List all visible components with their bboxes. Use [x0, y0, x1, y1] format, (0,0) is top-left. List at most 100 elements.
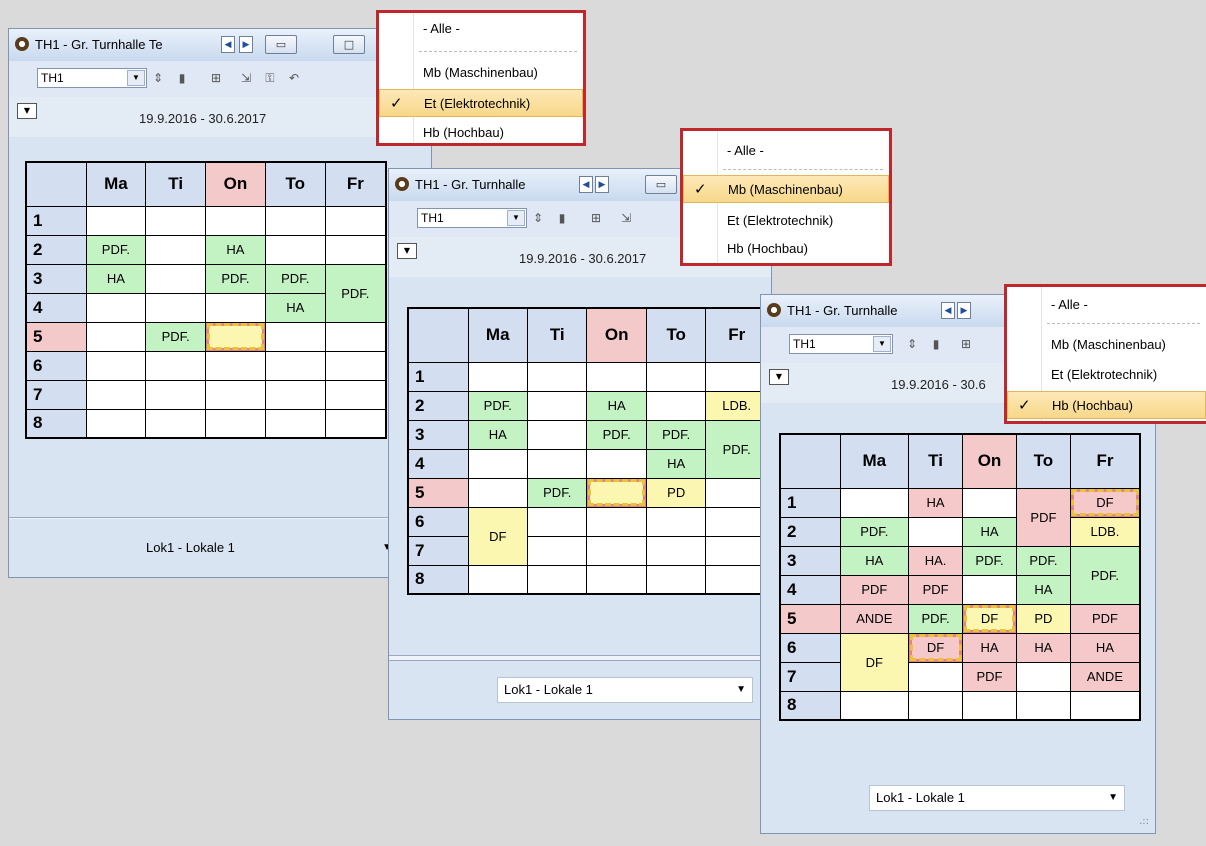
lesson-cell[interactable] [586, 564, 647, 595]
lesson-cell[interactable]: HA [645, 448, 707, 479]
import-icon[interactable]: ⇲ [239, 71, 253, 85]
menu-item-alle[interactable]: - Alle - [683, 137, 889, 165]
lesson-cell[interactable] [145, 234, 207, 265]
lesson-cell[interactable] [324, 234, 387, 265]
lesson-cell[interactable]: HA [85, 263, 147, 294]
menu-item-et[interactable]: Et (Elektrotechnik) [683, 207, 889, 235]
room-combo[interactable]: TH1 ▼ [789, 334, 893, 354]
lock-icon[interactable]: ⚿ [263, 71, 277, 85]
options-dropdown-icon[interactable]: ▼ [769, 369, 789, 385]
chevron-down-icon[interactable]: ▼ [127, 70, 145, 86]
menu-item-hb[interactable]: Hb (Hochbau) [379, 119, 583, 147]
lesson-cell[interactable]: HA [1069, 632, 1141, 663]
menu-item-mb[interactable]: Mb (Maschinenbau) [1007, 331, 1206, 359]
spinner-icon[interactable]: ⇕ [151, 71, 165, 85]
lesson-cell[interactable]: PDF. [839, 516, 910, 547]
lesson-cell[interactable]: PDF. [1015, 545, 1071, 576]
resize-grip-icon[interactable]: .:: [1139, 816, 1149, 827]
lesson-cell[interactable] [1015, 690, 1071, 721]
lesson-cell[interactable]: PD [645, 477, 707, 508]
lesson-cell[interactable]: HA [1015, 574, 1071, 605]
lesson-cell[interactable] [85, 205, 147, 236]
lesson-cell[interactable] [145, 350, 207, 381]
lesson-cell[interactable] [839, 487, 910, 518]
lesson-cell[interactable] [839, 690, 910, 721]
lesson-cell[interactable] [145, 263, 207, 294]
grid-icon[interactable]: ⊞ [589, 211, 603, 225]
lesson-cell[interactable]: PDF. [264, 263, 326, 294]
lesson-cell[interactable]: HA. [908, 545, 964, 576]
lesson-cell[interactable] [526, 506, 588, 537]
lesson-cell[interactable] [908, 661, 964, 692]
lesson-cell[interactable] [526, 361, 588, 392]
minimize-button[interactable]: ▭ [265, 35, 297, 54]
undo-icon[interactable]: ↶ [287, 71, 301, 85]
lesson-cell[interactable] [205, 350, 266, 381]
options-dropdown-icon[interactable]: ▼ [397, 243, 417, 259]
lesson-cell[interactable]: HA [839, 545, 910, 576]
menu-item-et[interactable]: ✓ Et (Elektrotechnik) [379, 89, 583, 117]
lesson-cell[interactable] [324, 205, 387, 236]
lesson-cell[interactable] [962, 690, 1017, 721]
options-dropdown-icon[interactable]: ▼ [17, 103, 37, 119]
lesson-cell[interactable]: PDF. [85, 234, 147, 265]
door-icon[interactable]: ▮ [555, 211, 569, 225]
title-bar[interactable]: TH1 - Gr. Turnhalle Te ◀ ▶ ▭ □ [9, 29, 431, 61]
timetable-window-1[interactable]: TH1 - Gr. Turnhalle Te ◀ ▶ ▭ □ TH1 ▼ ⇕ ▮… [8, 28, 432, 578]
prev-arrow-icon[interactable]: ◀ [221, 36, 235, 53]
lesson-cell[interactable]: PDF. [645, 419, 707, 450]
lesson-cell[interactable]: PDF [1069, 603, 1141, 634]
lesson-cell[interactable]: PDF. [324, 263, 387, 323]
maximize-button[interactable]: □ [333, 35, 365, 54]
lesson-cell[interactable]: DF [839, 632, 910, 692]
lesson-cell[interactable]: LDB. [1069, 516, 1141, 547]
room-combo[interactable]: TH1 ▼ [417, 208, 527, 228]
import-icon[interactable]: ⇲ [619, 211, 633, 225]
selected-cell[interactable] [205, 321, 266, 352]
lesson-cell[interactable] [205, 408, 266, 439]
lesson-cell[interactable] [264, 205, 326, 236]
lesson-cell[interactable] [962, 487, 1017, 518]
lesson-cell[interactable]: PDF. [145, 321, 207, 352]
lesson-cell[interactable] [526, 535, 588, 566]
lesson-cell[interactable] [962, 574, 1017, 605]
selected-cell[interactable] [586, 477, 647, 508]
lesson-cell[interactable] [85, 292, 147, 323]
lesson-cell[interactable]: PDF. [586, 419, 647, 450]
lesson-cell[interactable]: PDF. [526, 477, 588, 508]
lesson-cell[interactable]: HA [264, 292, 326, 323]
lesson-cell[interactable] [264, 408, 326, 439]
lesson-cell[interactable] [586, 448, 647, 479]
menu-item-hb[interactable]: Hb (Hochbau) [683, 235, 889, 263]
lesson-cell[interactable]: HA [205, 234, 266, 265]
lesson-cell[interactable]: PD [1015, 603, 1071, 634]
lesson-cell[interactable] [205, 379, 266, 410]
lesson-cell[interactable] [85, 379, 147, 410]
lesson-cell[interactable] [467, 361, 528, 392]
lesson-cell[interactable] [705, 506, 769, 537]
lesson-cell[interactable]: PDF [962, 661, 1017, 692]
lesson-cell[interactable]: PDF. [962, 545, 1017, 576]
menu-item-mb[interactable]: ✓ Mb (Maschinenbau) [683, 175, 889, 203]
menu-item-mb[interactable]: Mb (Maschinenbau) [379, 59, 583, 87]
lesson-cell[interactable] [467, 448, 528, 479]
lesson-cell[interactable] [705, 477, 769, 508]
lesson-cell[interactable] [205, 205, 266, 236]
lesson-cell[interactable] [324, 350, 387, 381]
lesson-cell[interactable]: HA [586, 390, 647, 421]
lesson-cell[interactable] [467, 564, 528, 595]
lesson-cell[interactable] [908, 516, 964, 547]
lesson-cell[interactable] [467, 477, 528, 508]
lesson-cell[interactable] [908, 690, 964, 721]
chevron-down-icon[interactable]: ▼ [1108, 786, 1118, 810]
menu-item-hb[interactable]: ✓ Hb (Hochbau) [1007, 391, 1206, 419]
lesson-cell[interactable] [526, 390, 588, 421]
menu-item-alle[interactable]: - Alle - [1007, 291, 1206, 319]
lesson-cell[interactable] [145, 408, 207, 439]
lesson-cell[interactable]: HA [467, 419, 528, 450]
lesson-cell[interactable] [264, 350, 326, 381]
lesson-cell[interactable] [264, 234, 326, 265]
lesson-cell[interactable] [645, 506, 707, 537]
door-icon[interactable]: ▮ [175, 71, 189, 85]
lesson-cell[interactable] [85, 408, 147, 439]
